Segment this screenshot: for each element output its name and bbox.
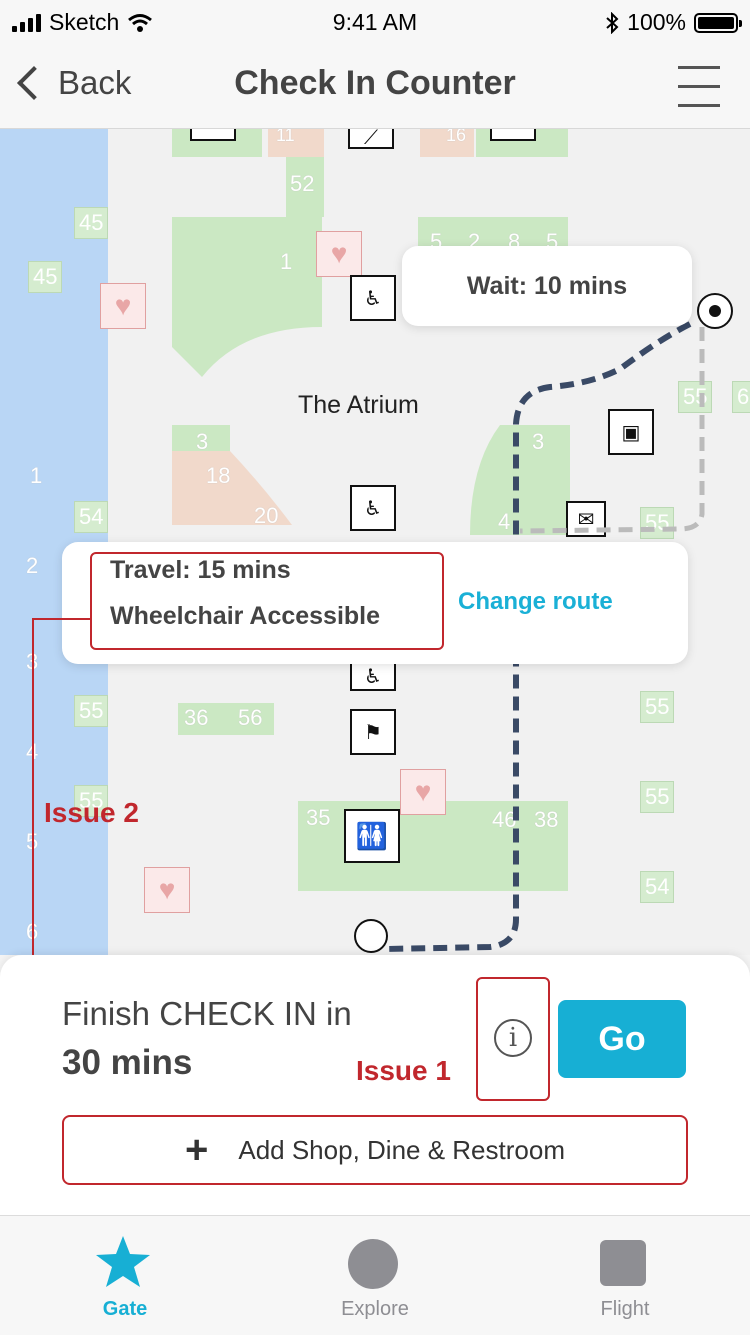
issue-2-label: Issue 2 (44, 797, 139, 828)
square-icon (600, 1240, 646, 1286)
bluetooth-icon (606, 11, 619, 34)
accessibility-label: Wheelchair Accessible (110, 602, 381, 630)
start-location-marker-icon[interactable] (354, 919, 388, 953)
hamburger-menu-icon[interactable] (678, 66, 720, 108)
wait-time-callout: Wait: 10 mins (402, 246, 692, 326)
add-stop-button[interactable]: + Add Shop, Dine & Restroom (62, 1115, 688, 1185)
annotation-line (32, 618, 92, 620)
info-icon[interactable]: i (494, 1019, 532, 1057)
tab-explore[interactable]: Explore (250, 1216, 500, 1335)
tab-bar: Gate Explore Flight (0, 1215, 750, 1335)
destination-marker-icon[interactable] (697, 293, 733, 329)
tab-label: Explore (341, 1298, 409, 1320)
travel-time-label: Travel: 15 mins (110, 556, 291, 584)
circle-icon (348, 1239, 398, 1289)
battery-icon (694, 12, 742, 33)
battery-percent: 100% (627, 9, 686, 35)
terminal-map[interactable]: 45 45 52 1 5 2 8 5 55 6 3 18 3 20 54 4 5… (0, 129, 750, 955)
issue-1-label: Issue 1 (356, 1055, 451, 1086)
change-route-link[interactable]: Change route (458, 588, 613, 616)
travel-info-callout: Travel: 15 mins Wheelchair Accessible Ch… (62, 542, 688, 664)
tab-label: Gate (102, 1298, 148, 1320)
status-bar: Sketch 9:41 AM 100% (0, 0, 750, 42)
plus-icon: + (185, 1127, 209, 1172)
finish-label: Finish CHECK IN in (62, 995, 352, 1032)
tab-gate[interactable]: Gate (0, 1216, 250, 1335)
finish-time: 30 mins (62, 1043, 193, 1082)
star-icon (96, 1236, 150, 1287)
battery-group: 100% (605, 9, 742, 36)
page-title: Check In Counter (234, 64, 516, 102)
go-button[interactable]: Go (558, 1000, 686, 1078)
add-stop-label: Add Shop, Dine & Restroom (238, 1134, 565, 1165)
trip-summary-sheet: Finish CHECK IN in 30 mins Issue 1 i Go … (0, 955, 750, 1215)
tab-flight[interactable]: Flight (500, 1216, 750, 1335)
wait-time-label: Wait: 10 mins (466, 271, 628, 300)
navigation-bar: Back Check In Counter (0, 42, 750, 129)
tab-label: Flight (600, 1298, 650, 1320)
